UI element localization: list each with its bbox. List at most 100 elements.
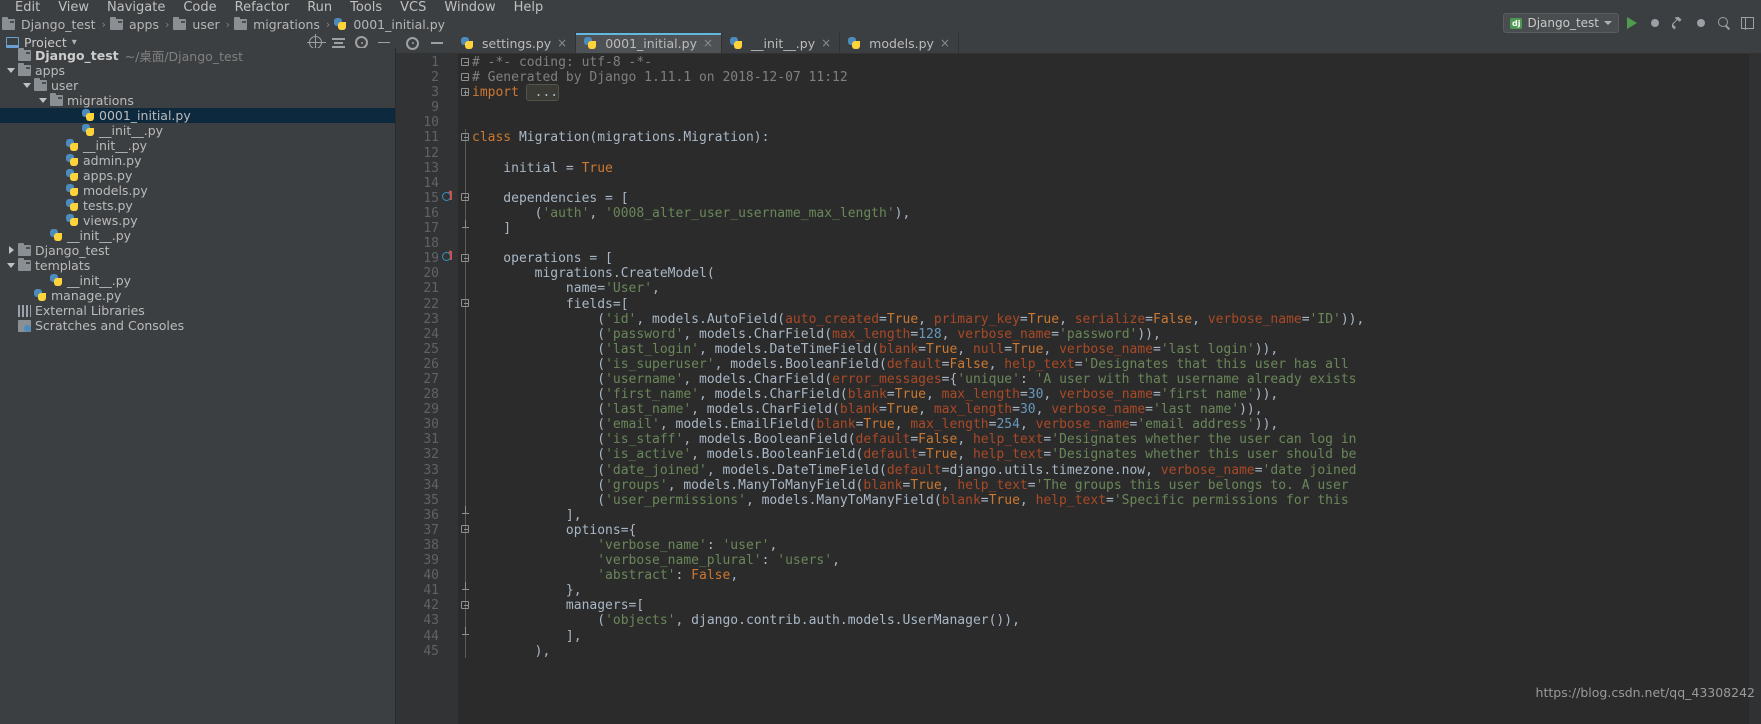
menu-item-code[interactable]: Code [174,0,225,15]
fold-marker[interactable] [458,431,472,447]
gutter-marker[interactable] [442,296,458,311]
gutter-marker[interactable] [442,250,458,265]
gutter-marker[interactable] [442,567,458,582]
gutter-marker[interactable] [442,537,458,552]
fold-marker[interactable] [458,612,472,628]
gutter-marker[interactable] [442,99,458,114]
fold-marker[interactable] [458,552,472,568]
fold-marker[interactable] [458,340,472,356]
fold-marker[interactable] [458,416,472,432]
gutter-marker[interactable] [442,401,458,416]
gutter-marker[interactable] [442,175,458,190]
gutter-marker[interactable] [442,371,458,386]
search-everywhere-button[interactable] [1714,13,1734,33]
gutter-marker[interactable] [442,145,458,160]
tree-node--init-py[interactable]: __init__.py [0,228,395,243]
editor-tab-0001-initial-py[interactable]: 0001_initial.py × [576,33,723,53]
editor-hide-icon[interactable] [431,42,443,44]
fold-marker[interactable] [458,642,472,658]
gutter-marker[interactable] [442,84,458,99]
code-editor[interactable]: 1 2 3 9 10 11 12 13 14 15 16 17 18 19 20 21 22 23 24 25 26 27… [396,54,1761,724]
gutter-marker[interactable] [442,160,458,175]
fold-collapse-icon[interactable] [461,132,469,141]
fold-marker[interactable] [458,476,472,492]
editor-gutter[interactable]: 1 2 3 9 10 11 12 13 14 15 16 17 18 19 20 21 22 23 24 25 26 27… [396,54,458,724]
coverage-button[interactable] [1691,13,1711,33]
tree-node--init-py[interactable]: __init__.py [0,273,395,288]
editor-settings-gear-icon[interactable] [406,36,419,50]
gutter-marker[interactable] [442,129,458,144]
close-icon[interactable]: × [557,36,567,50]
breadcrumb-item-0001-initial-py[interactable]: 0001_initial.py [334,17,447,32]
fold-marker[interactable] [458,250,472,266]
gutter-marker[interactable] [442,205,458,220]
tree-node--init-py[interactable]: __init__.py [0,138,395,153]
fold-marker[interactable] [458,386,472,402]
gutter-marker[interactable] [442,235,458,250]
error-stripe-scrollbar[interactable] [1749,54,1761,724]
fold-marker[interactable] [458,219,472,236]
gutter-marker[interactable] [442,189,458,205]
fold-marker[interactable] [458,446,472,462]
menu-item-run[interactable]: Run [298,0,341,15]
layout-button[interactable] [1737,13,1757,33]
tree-node-migrations[interactable]: migrations [0,93,395,108]
tree-toggle-open-icon[interactable] [22,80,33,91]
fold-marker[interactable] [458,627,472,643]
tree-node-admin-py[interactable]: admin.py [0,153,395,168]
tree-node-external-libraries[interactable]: External Libraries [0,303,395,318]
tree-node-user[interactable]: user [0,78,395,93]
editor-tab--init-py[interactable]: __init__.py × [722,33,841,53]
tree-node-apps-py[interactable]: apps.py [0,168,395,183]
gutter-marker[interactable] [442,628,458,643]
project-tree[interactable]: Django_test ~/桌面/Django_test apps user migra… [0,48,396,724]
gutter-marker[interactable] [442,311,458,326]
fold-marker[interactable] [458,461,472,477]
debug-button[interactable] [1645,13,1665,33]
gutter-marker[interactable] [442,265,458,280]
fold-marker[interactable] [458,280,472,296]
fold-marker[interactable] [458,355,472,371]
gutter-marker[interactable] [442,446,458,461]
gutter-marker[interactable] [442,54,458,69]
fold-marker[interactable] [458,69,472,84]
fold-collapse-icon[interactable] [461,600,469,609]
menu-item-navigate[interactable]: Navigate [98,0,174,15]
fold-marker[interactable] [458,235,472,251]
gutter-marker[interactable] [442,69,458,84]
fold-marker[interactable] [458,129,472,145]
tree-node-scratches-and-consoles[interactable]: Scratches and Consoles [0,318,395,333]
tree-node-apps[interactable]: apps [0,63,395,78]
fold-marker[interactable] [458,295,472,311]
editor-tab-settings-py[interactable]: settings.py × [453,33,577,53]
tree-node-django-test[interactable]: Django_test [0,243,395,258]
fold-marker[interactable] [458,54,472,69]
close-icon[interactable]: × [821,36,831,50]
build-button[interactable] [1668,13,1688,33]
fold-marker[interactable] [458,506,472,522]
tree-node-models-py[interactable]: models.py [0,183,395,198]
tree-toggle-open-icon[interactable] [6,260,17,271]
fold-marker[interactable] [458,597,472,613]
gutter-marker[interactable] [442,431,458,446]
fold-marker[interactable] [458,144,472,160]
tree-toggle-open-icon[interactable] [38,95,49,106]
fold-marker[interactable] [458,521,472,537]
code-folding-column[interactable] [458,54,472,724]
fold-expand-icon[interactable] [461,87,469,96]
gutter-marker[interactable] [442,477,458,492]
code-content[interactable]: # -*- coding: utf-8 -*- # Generated by Dj… [472,54,1761,724]
gutter-marker[interactable] [442,597,458,612]
tree-node--init-py[interactable]: __init__.py [0,123,395,138]
fold-collapse-icon[interactable] [461,72,469,81]
tree-node-templats[interactable]: templats [0,258,395,273]
tree-node-django-test[interactable]: Django_test ~/桌面/Django_test [0,48,395,64]
gutter-marker[interactable] [442,492,458,507]
menu-item-window[interactable]: Window [435,0,504,15]
breadcrumb-item-django-test[interactable]: Django_test [2,16,98,32]
menu-item-view[interactable]: View [49,0,98,15]
fold-marker[interactable] [458,370,472,387]
menu-item-refactor[interactable]: Refactor [226,0,299,15]
fold-marker[interactable] [458,174,472,190]
menu-item-vcs[interactable]: VCS [391,0,435,15]
